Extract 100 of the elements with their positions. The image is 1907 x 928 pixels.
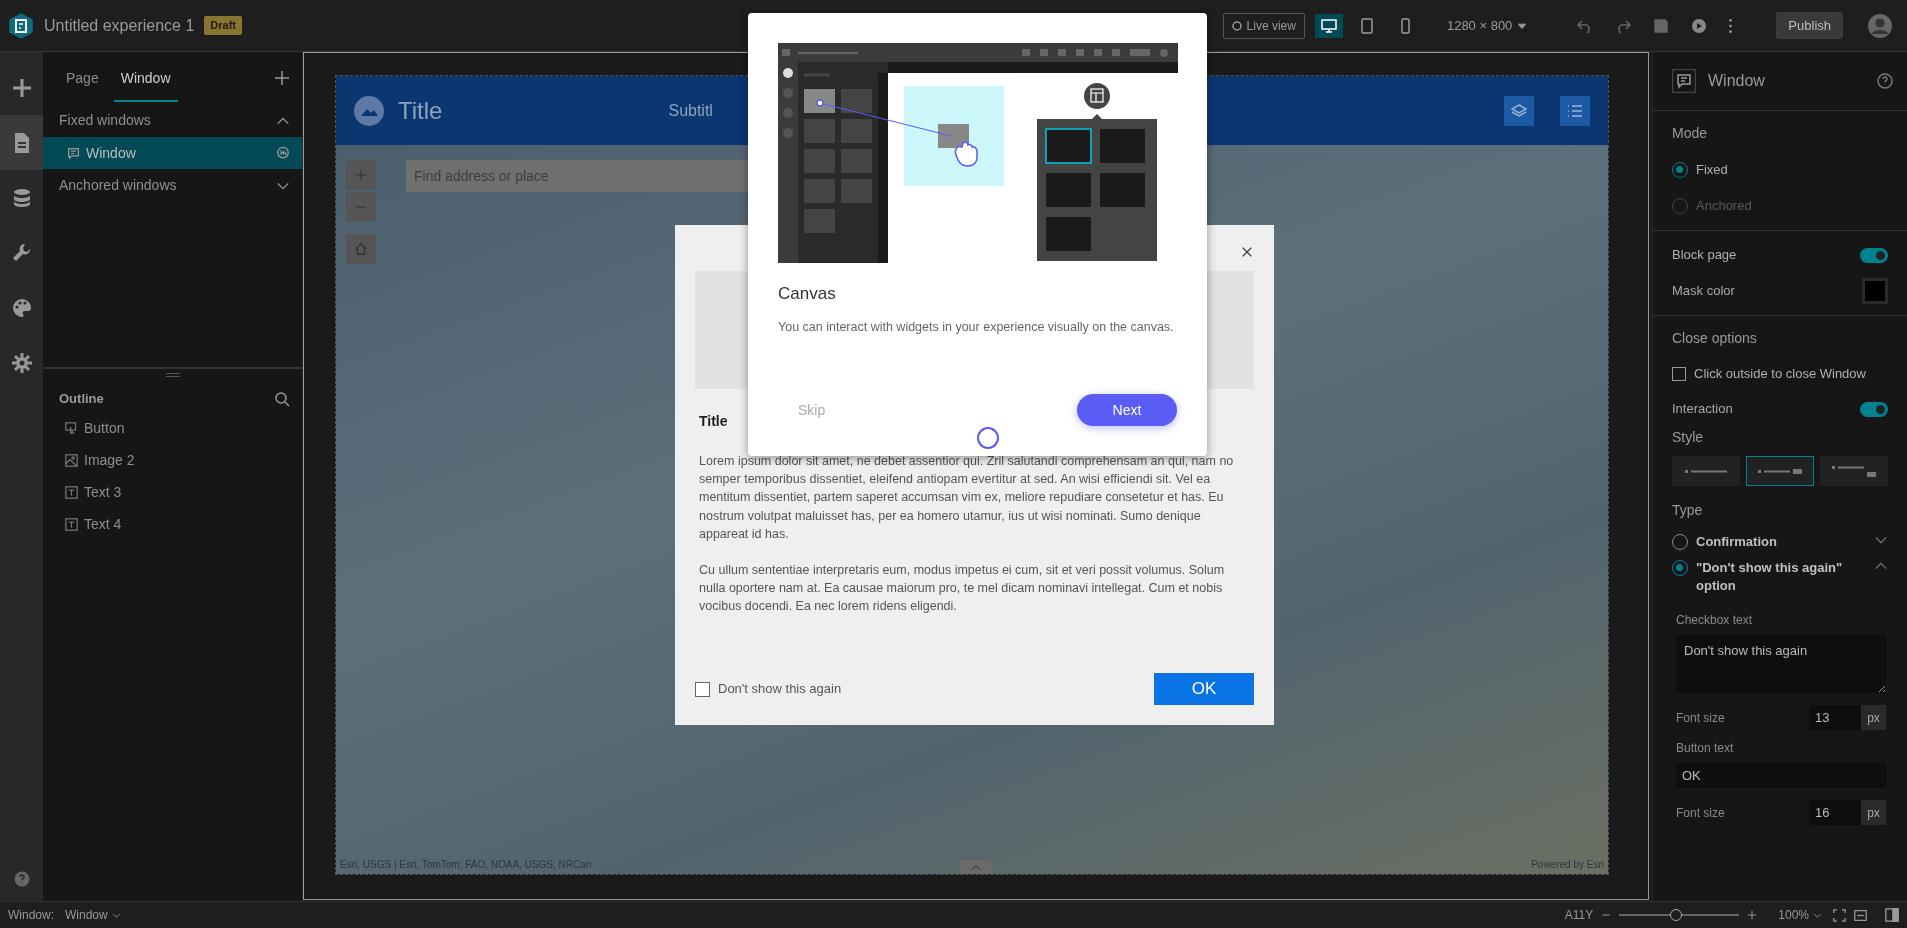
section-label: Mode bbox=[1672, 124, 1709, 143]
checkbox[interactable] bbox=[1672, 367, 1686, 381]
desktop-icon bbox=[1320, 17, 1337, 34]
outline-item[interactable]: Text 4 bbox=[84, 514, 122, 535]
live-view-toggle[interactable]: Live view bbox=[1222, 12, 1305, 39]
user-avatar[interactable] bbox=[1867, 12, 1893, 39]
field-label: Font size bbox=[1676, 709, 1725, 727]
setting-label: Interaction bbox=[1672, 400, 1733, 419]
caret-icon bbox=[1517, 20, 1528, 31]
text-area[interactable]: Don't show this again bbox=[1676, 635, 1886, 693]
sidebar-tab[interactable] bbox=[0, 115, 43, 170]
add-icon[interactable] bbox=[274, 70, 290, 86]
tablet-icon bbox=[1358, 17, 1375, 34]
plus-icon bbox=[10, 76, 33, 99]
message-icon bbox=[1672, 69, 1696, 93]
logo-icon bbox=[8, 12, 34, 39]
palette-icon bbox=[10, 296, 33, 319]
next-button[interactable]: Next bbox=[1077, 394, 1177, 426]
setting-label: Style bbox=[1672, 428, 1705, 447]
chevron-down-icon bbox=[1813, 910, 1822, 920]
chat-bubble-icon bbox=[276, 146, 290, 160]
button-icon bbox=[65, 422, 78, 435]
zoom-dropdown[interactable]: 100% bbox=[1775, 906, 1825, 924]
status-label: Window: bbox=[8, 907, 54, 924]
layout-preview-icon bbox=[1685, 470, 1727, 474]
dialog-paragraph: Lorem ipsum dolor sit amet, ne debet assentior qui. Zril salutandi comprehensam an qui, nam no semper temporibus dissentiet, eleifend antiopam evertitur at sed. An wisi efficiendi sit. Vel ea mentitum dissentiet, partem saperet accumsan vim ex, meliore repudiare consetetur et has. Eu nostrum volutpat maluisset has, per ea homero utamur, ius ut wisi nominati. Sumo denique appareat id has. bbox=[699, 453, 1235, 543]
text-field[interactable]: OK bbox=[1676, 762, 1886, 788]
map-attribution: Powered by Esri bbox=[1531, 858, 1604, 872]
header-title: Title bbox=[398, 95, 443, 126]
outline-item[interactable]: Button bbox=[84, 418, 125, 439]
style-option[interactable] bbox=[1746, 456, 1814, 486]
checkbox-label: Click outside to close Window bbox=[1694, 365, 1866, 384]
publish-button[interactable]: Publish bbox=[1776, 11, 1843, 40]
window-group-header[interactable]: Fixed windows bbox=[43, 104, 302, 137]
dialog-paragraph: Cu ullum sententiae interpretaris eum, modus impetus ei cum, sit et veri possit volumus. Solum nulla oportere nam at. Ea causae maiorum pro, te mel dicam nominavi intellegat. Cum et nobis vocibus docendi. Ea nec lorem ridens eligendi. bbox=[699, 562, 1226, 616]
number-field[interactable]: 13 bbox=[1809, 705, 1861, 730]
draft-badge: Draft bbox=[204, 16, 242, 35]
panel-tab[interactable]: Page bbox=[59, 54, 106, 102]
list-button[interactable] bbox=[1560, 95, 1590, 126]
panel-title: Window bbox=[1708, 71, 1766, 91]
help-icon[interactable] bbox=[13, 871, 30, 887]
resize-handle[interactable] bbox=[165, 373, 180, 377]
style-option[interactable] bbox=[1672, 456, 1740, 486]
plus-icon bbox=[355, 169, 367, 181]
save-icon bbox=[1653, 17, 1670, 34]
layers-button[interactable] bbox=[1504, 95, 1534, 126]
desktop-view-button[interactable] bbox=[1314, 13, 1343, 38]
outline-item[interactable]: Image 2 bbox=[84, 450, 135, 471]
layout-preview-icon bbox=[1832, 466, 1876, 478]
setting-label: Mask color bbox=[1672, 282, 1735, 301]
search-icon[interactable] bbox=[274, 390, 290, 407]
toggle-switch[interactable] bbox=[1860, 401, 1888, 417]
radio-label: "Don't show this again" option bbox=[1696, 559, 1844, 595]
a11y-label[interactable]: A11Y bbox=[1564, 906, 1594, 924]
logo-placeholder-icon bbox=[354, 95, 384, 126]
color-swatch[interactable] bbox=[1862, 278, 1888, 304]
radio-label: Anchored bbox=[1696, 197, 1752, 216]
chevron-up-icon bbox=[971, 863, 981, 871]
more-icon bbox=[1729, 18, 1733, 33]
window-dropdown[interactable]: Window bbox=[62, 906, 124, 924]
app-title: Untitled experience 1 bbox=[44, 15, 195, 36]
field-label: Checkbox text bbox=[1676, 612, 1754, 629]
radio-label: Fixed bbox=[1696, 161, 1728, 180]
number-field[interactable]: 16 bbox=[1809, 800, 1861, 825]
home-icon bbox=[354, 242, 368, 256]
resolution-dropdown[interactable]: 1280 × 800 bbox=[1440, 11, 1534, 40]
setting-label: Type bbox=[1672, 501, 1704, 520]
layout-preview-icon bbox=[1758, 469, 1802, 475]
setting-label: Block page bbox=[1672, 246, 1737, 265]
fit-screen-icon[interactable] bbox=[1833, 908, 1846, 922]
tour-title: Canvas bbox=[778, 283, 837, 305]
field-label: Font size bbox=[1676, 804, 1725, 822]
help-icon[interactable] bbox=[1877, 73, 1893, 89]
header-subtitle: Subtitl bbox=[668, 100, 713, 121]
checkbox-label: Don't show this again bbox=[718, 680, 842, 699]
style-option[interactable] bbox=[1820, 456, 1888, 486]
text-icon bbox=[65, 518, 78, 531]
outline-item[interactable]: Text 3 bbox=[84, 482, 122, 503]
window-group-header[interactable]: Anchored windows bbox=[43, 169, 302, 202]
chevron-down-icon bbox=[111, 910, 121, 920]
section-label: Close options bbox=[1672, 329, 1758, 348]
fit-width-icon[interactable] bbox=[1854, 908, 1867, 922]
toggle-switch[interactable] bbox=[1860, 247, 1888, 263]
layers-icon bbox=[1511, 102, 1527, 119]
ok-button[interactable]: OK bbox=[1154, 673, 1254, 705]
zoom-in-icon[interactable] bbox=[1747, 910, 1758, 920]
field-label: Button text bbox=[1676, 739, 1735, 757]
radio-label: Confirmation bbox=[1696, 533, 1778, 551]
window-list-item[interactable]: Window bbox=[43, 137, 302, 169]
slider-thumb[interactable] bbox=[1669, 909, 1682, 921]
list-icon bbox=[1567, 102, 1583, 119]
checkbox[interactable] bbox=[695, 681, 710, 697]
unit-label: px bbox=[1861, 705, 1886, 730]
panel-tab[interactable]: Window bbox=[113, 54, 178, 102]
outline-title: Outline bbox=[59, 390, 104, 408]
circle-icon bbox=[1231, 20, 1242, 31]
image-icon bbox=[65, 454, 78, 467]
panel-toggle-icon[interactable] bbox=[1885, 908, 1899, 922]
play-icon bbox=[1691, 17, 1708, 34]
message-icon bbox=[67, 146, 80, 160]
